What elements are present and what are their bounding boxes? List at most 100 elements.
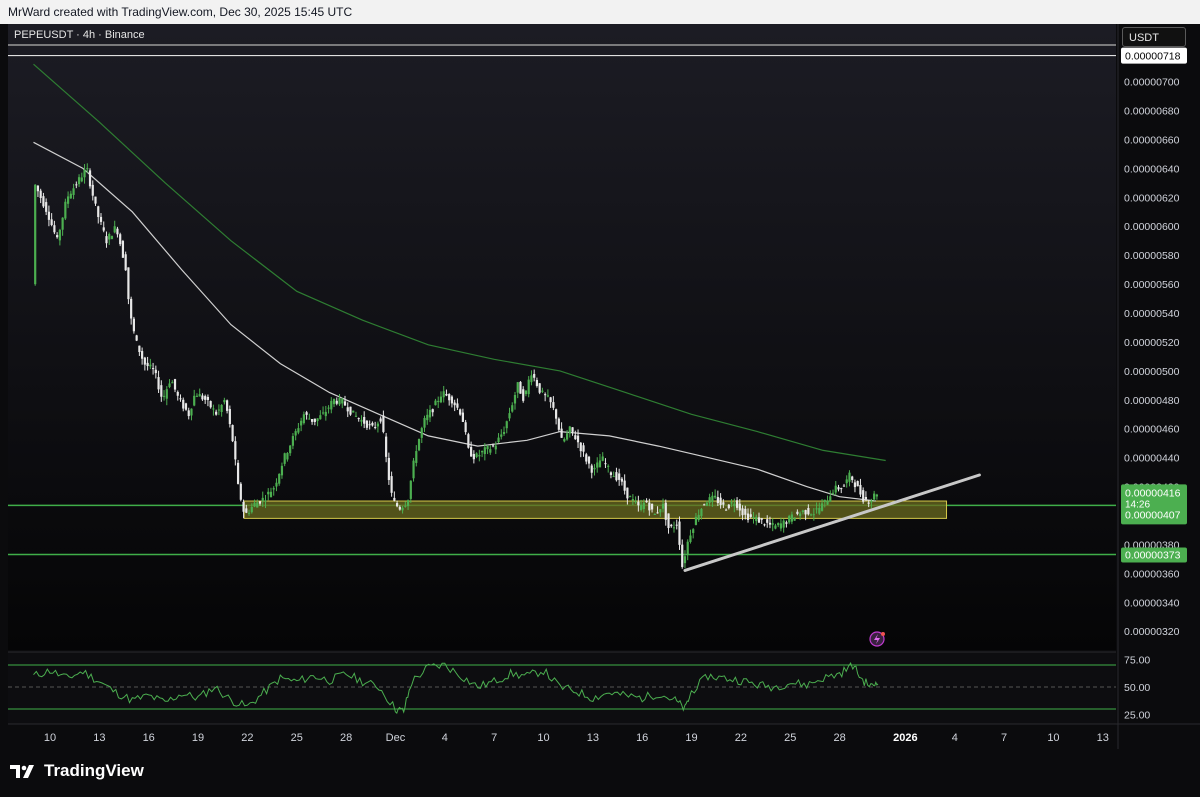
candle-body[interactable] <box>470 446 473 457</box>
candle-body[interactable] <box>105 236 108 244</box>
candle-body[interactable] <box>313 418 316 422</box>
candle-body[interactable] <box>774 525 777 529</box>
candle-body[interactable] <box>341 399 344 404</box>
candle-body[interactable] <box>412 460 415 479</box>
candle-body[interactable] <box>108 233 111 240</box>
candle-body[interactable] <box>162 395 166 397</box>
candle-body[interactable] <box>596 462 599 468</box>
candle-body[interactable] <box>198 394 201 397</box>
candle-body[interactable] <box>236 462 240 484</box>
candle-body[interactable] <box>357 418 360 420</box>
candle-body[interactable] <box>826 500 829 505</box>
candle-body[interactable] <box>91 184 94 196</box>
candle-body[interactable] <box>72 188 75 195</box>
candle-body[interactable] <box>508 413 511 419</box>
candle-body[interactable] <box>58 229 61 241</box>
candle-body[interactable] <box>620 478 624 482</box>
candle-body[interactable] <box>727 504 730 509</box>
candle-body[interactable] <box>862 490 865 502</box>
candle-body[interactable] <box>502 431 506 435</box>
candle-body[interactable] <box>349 406 352 415</box>
candle-body[interactable] <box>853 482 857 488</box>
candle-body[interactable] <box>716 497 719 503</box>
candle-body[interactable] <box>330 400 333 410</box>
candle-body[interactable] <box>242 501 245 512</box>
candle-body[interactable] <box>127 267 130 300</box>
candle-body[interactable] <box>390 476 393 493</box>
candle-body[interactable] <box>83 169 86 178</box>
candle-body[interactable] <box>464 422 467 433</box>
candle-body[interactable] <box>401 507 404 511</box>
candle-body[interactable] <box>565 433 569 440</box>
candle-body[interactable] <box>445 393 448 396</box>
candle-body[interactable] <box>157 377 160 390</box>
candle-body[interactable] <box>437 400 440 403</box>
candle-body[interactable] <box>609 472 613 475</box>
candle-body[interactable] <box>491 445 495 447</box>
candle-body[interactable] <box>173 379 177 390</box>
candle-body[interactable] <box>409 480 412 499</box>
candle-body[interactable] <box>382 415 385 432</box>
candle-body[interactable] <box>338 398 341 405</box>
candle-body[interactable] <box>354 415 358 417</box>
candle-body[interactable] <box>557 418 560 430</box>
candle-body[interactable] <box>752 517 755 519</box>
candle-body[interactable] <box>771 523 774 525</box>
candle-body[interactable] <box>50 219 53 226</box>
candle-body[interactable] <box>346 407 349 412</box>
candle-body[interactable] <box>426 414 429 421</box>
candle-body[interactable] <box>472 454 475 460</box>
candle-body[interactable] <box>302 414 305 424</box>
candle-body[interactable] <box>77 177 81 185</box>
chart-area[interactable]: 0.00000700 0.00000680 0.00000660 0.00000640… <box>0 24 1200 749</box>
candle-body[interactable] <box>132 318 135 332</box>
candle-body[interactable] <box>80 177 83 182</box>
candle-body[interactable] <box>459 409 462 415</box>
candle-body[interactable] <box>593 467 596 470</box>
candle-body[interactable] <box>53 225 56 233</box>
candle-body[interactable] <box>741 508 744 516</box>
candle-body[interactable] <box>365 420 369 428</box>
candle-body[interactable] <box>851 476 854 480</box>
candle-body[interactable] <box>829 496 832 502</box>
candle-body[interactable] <box>842 485 846 487</box>
candle-body[interactable] <box>453 402 456 406</box>
candle-body[interactable] <box>36 185 40 192</box>
candle-body[interactable] <box>840 488 843 490</box>
candle-body[interactable] <box>195 395 199 397</box>
candle-body[interactable] <box>176 391 179 396</box>
candle-body[interactable] <box>661 503 665 509</box>
candle-body[interactable] <box>363 417 366 424</box>
candle-body[interactable] <box>220 404 223 413</box>
candle-body[interactable] <box>110 236 114 240</box>
candle-body[interactable] <box>278 473 281 484</box>
candle-body[interactable] <box>267 491 270 495</box>
candle-body[interactable] <box>768 522 772 525</box>
candle-body[interactable] <box>371 422 374 426</box>
candle-body[interactable] <box>735 500 739 508</box>
candle-body[interactable] <box>204 396 207 400</box>
candle-body[interactable] <box>305 412 308 415</box>
candle-body[interactable] <box>763 524 766 526</box>
candle-body[interactable] <box>637 501 640 506</box>
candle-body[interactable] <box>45 202 48 212</box>
candle-body[interactable] <box>579 442 582 452</box>
candle-body[interactable] <box>135 335 138 341</box>
candle-body[interactable] <box>190 408 193 416</box>
candle-body[interactable] <box>664 502 667 520</box>
candle-body[interactable] <box>234 441 237 460</box>
candle-body[interactable] <box>256 502 259 508</box>
candle-body[interactable] <box>143 357 146 365</box>
candle-body[interactable] <box>555 409 558 419</box>
candle-body[interactable] <box>678 521 681 545</box>
candle-body[interactable] <box>815 508 818 510</box>
candle-body[interactable] <box>206 396 210 400</box>
candle-body[interactable] <box>766 519 769 523</box>
candle-body[interactable] <box>494 445 497 450</box>
candle-body[interactable] <box>34 184 37 285</box>
candle-body[interactable] <box>69 193 72 199</box>
candle-body[interactable] <box>522 389 525 401</box>
support-zone[interactable] <box>243 500 948 519</box>
candle-body[interactable] <box>138 345 141 353</box>
candle-body[interactable] <box>467 434 470 448</box>
